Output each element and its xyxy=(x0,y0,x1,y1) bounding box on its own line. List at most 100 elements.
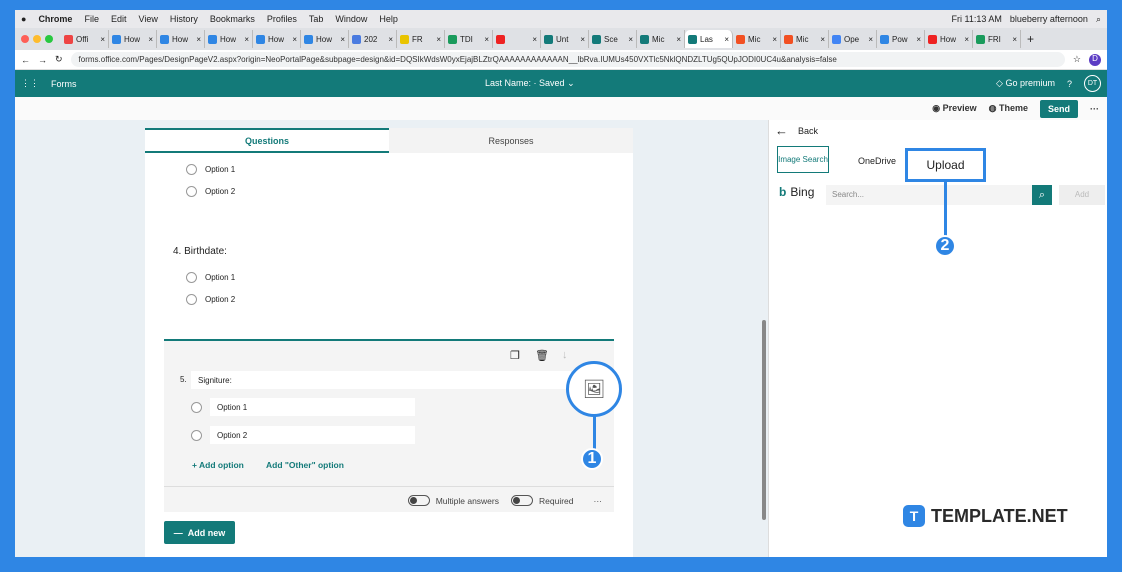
browser-tab[interactable]: How × xyxy=(301,30,349,48)
help-icon[interactable]: ? xyxy=(1067,79,1072,89)
avatar[interactable]: DT xyxy=(1084,75,1101,92)
menu-bookmarks[interactable]: Bookmarks xyxy=(210,14,255,24)
forward-icon[interactable]: → xyxy=(38,55,47,65)
question-more-button[interactable]: ··· xyxy=(594,496,603,506)
scrollbar[interactable] xyxy=(762,320,766,520)
tab-close-icon[interactable]: × xyxy=(868,35,873,44)
tab-close-icon[interactable]: × xyxy=(196,35,201,44)
browser-tab[interactable]: FRI × xyxy=(973,30,1021,48)
browser-tab[interactable]: How × xyxy=(157,30,205,48)
menu-history[interactable]: History xyxy=(170,14,198,24)
menu-window[interactable]: Window xyxy=(335,14,367,24)
menu-view[interactable]: View xyxy=(138,14,157,24)
q4-option-2[interactable]: Option 2 xyxy=(186,294,235,305)
window-controls[interactable] xyxy=(21,35,53,43)
forms-app-name[interactable]: Forms xyxy=(51,79,77,89)
q3-option-1[interactable]: Option 1 xyxy=(186,164,235,175)
more-button[interactable]: ··· xyxy=(1090,104,1099,114)
browser-tab[interactable]: Sce × xyxy=(589,30,637,48)
tab-close-icon[interactable]: × xyxy=(292,35,297,44)
profile-avatar[interactable]: D xyxy=(1089,53,1101,66)
preview-button[interactable]: ◉ Preview xyxy=(932,103,976,114)
tab-close-icon[interactable]: × xyxy=(532,35,537,44)
browser-tab[interactable]: Offi × xyxy=(61,30,109,48)
browser-tab[interactable]: How × xyxy=(205,30,253,48)
add-image-button[interactable]: Add xyxy=(1059,185,1105,205)
tab-close-icon[interactable]: × xyxy=(724,35,729,44)
browser-tab[interactable]: Mic × xyxy=(781,30,829,48)
q5-option-1-input[interactable]: Option 1 xyxy=(210,398,415,416)
browser-tab[interactable]: Mic × xyxy=(637,30,685,48)
browser-tab[interactable]: Las × xyxy=(685,30,733,48)
required-toggle[interactable] xyxy=(511,495,533,506)
url-input[interactable]: forms.office.com/Pages/DesignPageV2.aspx… xyxy=(70,52,1065,67)
tab-close-icon[interactable]: × xyxy=(964,35,969,44)
menu-tab[interactable]: Tab xyxy=(309,14,324,24)
q5-radio-2[interactable] xyxy=(191,430,202,441)
tab-close-icon[interactable]: × xyxy=(484,35,489,44)
browser-tab[interactable]: TDI × xyxy=(445,30,493,48)
add-new-button[interactable]: — Add new xyxy=(164,521,235,544)
browser-tab[interactable]: FR × xyxy=(397,30,445,48)
tab-close-icon[interactable]: × xyxy=(340,35,345,44)
delete-icon[interactable]: 🗑 xyxy=(535,349,549,362)
tab-close-icon[interactable]: × xyxy=(820,35,825,44)
browser-tab[interactable]: How × xyxy=(109,30,157,48)
browser-tab[interactable]: Ope × xyxy=(829,30,877,48)
apple-icon[interactable]: ● xyxy=(21,14,26,24)
app-name[interactable]: Chrome xyxy=(38,14,72,24)
q5-radio-1[interactable] xyxy=(191,402,202,413)
q5-option-2-input[interactable]: Option 2 xyxy=(210,426,415,444)
tab-close-icon[interactable]: × xyxy=(580,35,585,44)
add-other-option-button[interactable]: Add "Other" option xyxy=(266,460,344,470)
browser-tab[interactable]: 202 × xyxy=(349,30,397,48)
tab-close-icon[interactable]: × xyxy=(772,35,777,44)
menu-profiles[interactable]: Profiles xyxy=(267,14,297,24)
bing-search-input[interactable]: Search... xyxy=(826,185,1032,205)
search-icon[interactable]: ⌕ xyxy=(1096,14,1101,25)
move-down-icon[interactable]: ↓ xyxy=(562,349,568,361)
multiple-answers-toggle[interactable] xyxy=(407,495,430,506)
tab-close-icon[interactable]: × xyxy=(100,35,105,44)
browser-tab[interactable]: Pow × xyxy=(877,30,925,48)
theme-button[interactable]: ◍ Theme xyxy=(989,103,1028,114)
tab-image-search[interactable]: Image Search xyxy=(777,146,829,173)
star-icon[interactable]: ☆ xyxy=(1073,54,1081,65)
q3-option-2[interactable]: Option 2 xyxy=(186,186,235,197)
tab-close-icon[interactable]: × xyxy=(148,35,153,44)
browser-tab[interactable]: × xyxy=(493,30,541,48)
tab-upload[interactable]: Upload xyxy=(905,148,986,182)
menu-edit[interactable]: Edit xyxy=(111,14,127,24)
tab-close-icon[interactable]: × xyxy=(628,35,633,44)
add-option-button[interactable]: + Add option xyxy=(192,460,244,470)
browser-tab[interactable]: Unt × xyxy=(541,30,589,48)
copy-icon[interactable]: ❐ xyxy=(510,349,520,362)
go-premium[interactable]: ◇ Go premium xyxy=(996,78,1055,89)
tab-onedrive[interactable]: OneDrive xyxy=(858,156,896,166)
browser-tab[interactable]: How × xyxy=(925,30,973,48)
browser-tab[interactable]: How × xyxy=(253,30,301,48)
browser-tab[interactable]: Mic × xyxy=(733,30,781,48)
tab-close-icon[interactable]: × xyxy=(244,35,249,44)
tab-close-icon[interactable]: × xyxy=(388,35,393,44)
tab-questions[interactable]: Questions xyxy=(145,128,389,153)
tab-responses[interactable]: Responses xyxy=(389,128,633,153)
tab-close-icon[interactable]: × xyxy=(436,35,441,44)
back-button[interactable]: ← Back xyxy=(775,124,818,137)
menu-file[interactable]: File xyxy=(84,14,99,24)
q4-title[interactable]: 4. Birthdate: xyxy=(173,246,227,257)
insert-media-icon[interactable]: 🖼 xyxy=(566,361,622,417)
tab-close-icon[interactable]: × xyxy=(676,35,681,44)
back-icon[interactable]: ← xyxy=(21,55,30,65)
tab-close-icon[interactable]: × xyxy=(1012,35,1017,44)
reload-icon[interactable]: ↻ xyxy=(55,54,63,65)
send-button[interactable]: Send xyxy=(1039,99,1078,118)
menu-help[interactable]: Help xyxy=(379,14,398,24)
form-title[interactable]: Last Name: xyxy=(485,78,531,88)
tab-close-icon[interactable]: × xyxy=(916,35,921,44)
search-button[interactable]: ⌕ xyxy=(1032,185,1052,205)
app-launcher-icon[interactable]: ⋮⋮ xyxy=(21,78,39,89)
q4-option-1[interactable]: Option 1 xyxy=(186,272,235,283)
clock[interactable]: Fri 11:13 AM xyxy=(952,14,1002,25)
user-name[interactable]: blueberry afternoon xyxy=(1010,14,1088,25)
